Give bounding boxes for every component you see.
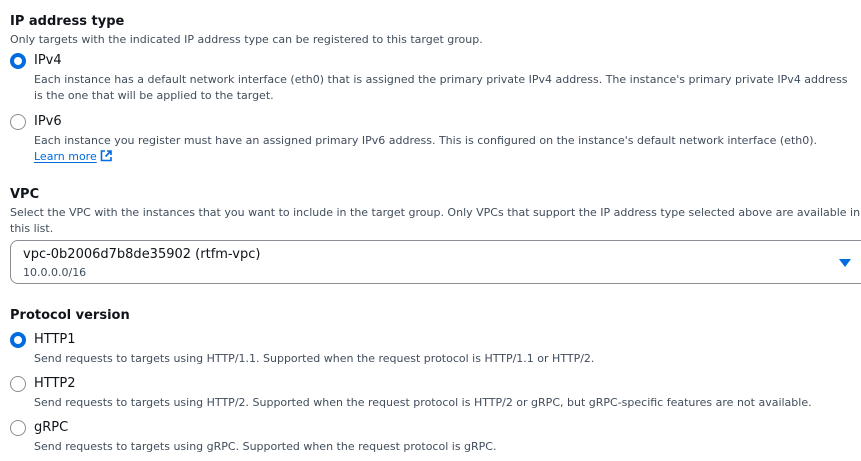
vpc-select-value: vpc-0b2006d7b8de35902 (rtfm-vpc) xyxy=(23,247,261,262)
vpc-section: VPC Select the VPC with the instances th… xyxy=(10,187,861,237)
http2-description: Send requests to targets using HTTP/2. S… xyxy=(34,396,812,409)
vpc-description: Select the VPC with the instances that y… xyxy=(10,206,861,235)
grpc-label[interactable]: gRPC xyxy=(34,420,68,436)
protocol-version-section: Protocol version xyxy=(10,308,861,324)
vpc-title: VPC xyxy=(10,187,40,202)
grpc-description: Send requests to targets using gRPC. Sup… xyxy=(34,440,497,453)
ip-address-type-description: Only targets with the indicated IP addre… xyxy=(10,33,483,46)
ip-address-type-title: IP address type xyxy=(10,14,125,29)
ipv6-radio-button[interactable] xyxy=(10,114,26,130)
external-link-icon xyxy=(100,150,112,162)
http1-label[interactable]: HTTP1 xyxy=(34,332,76,348)
http1-description: Send requests to targets using HTTP/1.1.… xyxy=(34,352,595,365)
ipv6-description-block: Each instance you register must have an … xyxy=(34,133,851,165)
grpc-radio-button[interactable] xyxy=(10,420,26,436)
protocol-version-title: Protocol version xyxy=(10,308,130,323)
learn-more-label[interactable]: Learn more xyxy=(34,150,97,163)
learn-more-link[interactable]: Learn more xyxy=(34,150,112,163)
vpc-select-cidr: 10.0.0.0/16 xyxy=(23,266,87,279)
caret-down-icon xyxy=(839,259,851,267)
ipv6-label[interactable]: IPv6 xyxy=(34,114,62,130)
http1-radio-button[interactable] xyxy=(10,332,26,348)
ipv4-radio-button[interactable] xyxy=(10,53,26,69)
ipv4-description: Each instance has a default network inte… xyxy=(34,73,848,102)
ip-address-type-section: IP address type Only targets with the in… xyxy=(10,14,861,48)
vpc-select[interactable]: vpc-0b2006d7b8de35902 (rtfm-vpc) 10.0.0.… xyxy=(10,240,861,284)
http2-label[interactable]: HTTP2 xyxy=(34,376,76,392)
ipv4-label[interactable]: IPv4 xyxy=(34,53,62,69)
http2-radio-button[interactable] xyxy=(10,376,26,392)
ipv6-description: Each instance you register must have an … xyxy=(34,134,818,147)
